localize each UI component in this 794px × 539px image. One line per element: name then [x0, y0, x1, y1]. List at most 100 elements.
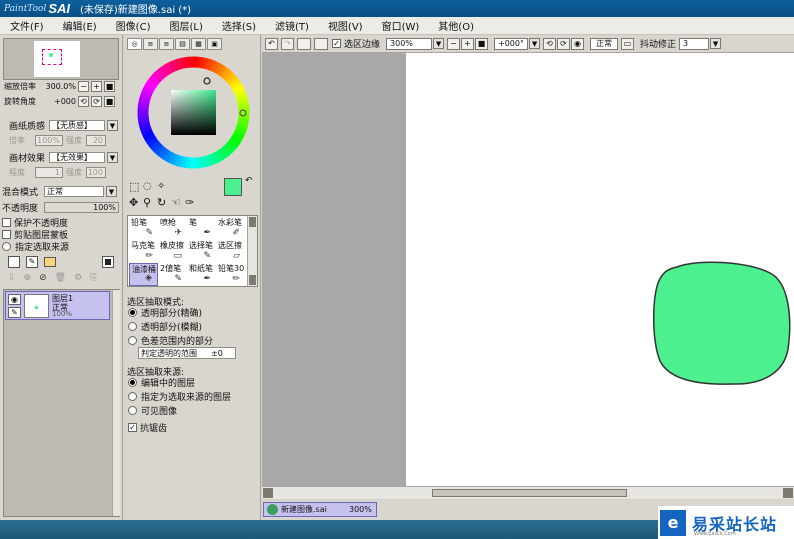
- new-vector-layer-icon[interactable]: ✎: [26, 256, 38, 268]
- layer-properties-icon[interactable]: ⚙: [74, 273, 82, 283]
- canvas-zoom-out-icon[interactable]: −: [447, 37, 461, 50]
- layer-item[interactable]: ◉ ✎ 图层1 正常 100%: [5, 291, 110, 320]
- canvas-paper[interactable]: [406, 53, 794, 486]
- rotate-right-button[interactable]: ⟳: [91, 96, 102, 107]
- select-all-icon[interactable]: [314, 37, 328, 50]
- fill-source-radio-2[interactable]: [128, 406, 137, 415]
- canvas-angle-dropdown-icon[interactable]: ▼: [529, 38, 541, 49]
- fill-source-radio-1[interactable]: [128, 392, 137, 401]
- fill-mode-option-2[interactable]: 色差范围内的部分: [128, 334, 213, 347]
- tool-grid-scroll-down-icon[interactable]: [249, 275, 256, 285]
- visibility-eye-icon[interactable]: ◉: [8, 294, 21, 305]
- menu-filter[interactable]: 滤镜(T): [265, 18, 318, 33]
- effect-dropdown-icon[interactable]: ▼: [107, 152, 118, 163]
- flip-icon[interactable]: ▭: [621, 37, 635, 50]
- tool-grid-scroll-up-icon[interactable]: [249, 217, 256, 227]
- canvas-hscrollbar[interactable]: [262, 486, 794, 499]
- tool-watercolor[interactable]: 水彩笔 ✐: [216, 217, 245, 240]
- menu-image[interactable]: 图像(C): [106, 18, 160, 33]
- menu-layer[interactable]: 图层(L): [159, 18, 211, 33]
- source-radio[interactable]: [2, 242, 11, 251]
- zoom-reset-button[interactable]: ■: [104, 81, 115, 92]
- tool-bucket[interactable]: 油漆桶 ◈: [129, 263, 158, 286]
- color-mix-tab-icon[interactable]: ▤: [175, 38, 190, 50]
- texture-select[interactable]: 【无质感】: [49, 120, 105, 131]
- swatches-tab-icon[interactable]: ▦: [191, 38, 206, 50]
- zoom-out-button[interactable]: −: [78, 81, 89, 92]
- blend-select[interactable]: 正常: [44, 186, 104, 197]
- tool-brush[interactable]: 笔 ✒: [187, 217, 216, 240]
- rotate-reset-icon[interactable]: ◉: [571, 37, 585, 50]
- menu-view[interactable]: 视图(V): [318, 18, 372, 33]
- tool-select-eraser[interactable]: 选区擦 ▱: [216, 240, 245, 263]
- sv-cursor[interactable]: [203, 77, 211, 85]
- canvas-area[interactable]: [262, 53, 794, 486]
- tool-select-pen[interactable]: 选择笔 ✎: [187, 240, 216, 263]
- zoom-icon[interactable]: ⚲: [143, 196, 157, 209]
- clear-layer-icon[interactable]: ⊘: [39, 273, 47, 283]
- tool-pencil[interactable]: 铅笔 ✎: [129, 217, 158, 240]
- undo-icon[interactable]: ↶: [265, 37, 278, 50]
- menu-select[interactable]: 选择(S): [212, 18, 265, 33]
- fill-mode-radio-2[interactable]: [128, 336, 137, 345]
- delete-layer-icon[interactable]: 🗑: [55, 273, 66, 283]
- move-icon[interactable]: ✥: [129, 196, 143, 209]
- stabilizer-select[interactable]: 3: [679, 37, 710, 50]
- hand-icon[interactable]: ☜: [171, 196, 185, 209]
- fill-source-option-1[interactable]: 指定为选取来源的图层: [128, 390, 231, 403]
- canvas-zoom-in-icon[interactable]: +: [461, 37, 475, 50]
- eyedropper-icon[interactable]: ✑: [185, 196, 199, 209]
- rgb-slider-tab-icon[interactable]: ≡: [143, 38, 158, 50]
- tool-washi-pen[interactable]: 和纸笔 ✒: [187, 263, 216, 286]
- canvas-hscroll-thumb[interactable]: [432, 489, 627, 497]
- stabilizer-dropdown-icon[interactable]: ▼: [710, 38, 722, 49]
- tool-marker[interactable]: 马克笔 ✏: [129, 240, 158, 263]
- protect-checkbox[interactable]: [2, 218, 11, 227]
- texture-dropdown-icon[interactable]: ▼: [107, 120, 118, 131]
- tool-eraser[interactable]: 橡皮擦 ▭: [158, 240, 187, 263]
- menu-file[interactable]: 文件(F): [0, 18, 53, 33]
- fill-mode-radio-1[interactable]: [128, 322, 137, 331]
- degree-value[interactable]: 1: [35, 167, 63, 178]
- hue-segment[interactable]: [193, 157, 198, 169]
- transfer-down-icon[interactable]: ⇩: [8, 273, 16, 283]
- view-mode-button[interactable]: 正常: [590, 37, 619, 50]
- zoom-in-button[interactable]: +: [91, 81, 102, 92]
- fill-mode-option-0[interactable]: 透明部分(精确): [128, 306, 202, 319]
- hue-segment[interactable]: [189, 56, 194, 68]
- magic-wand-icon[interactable]: ✧: [157, 181, 171, 192]
- menu-edit[interactable]: 编辑(E): [53, 18, 106, 33]
- scroll-right-icon[interactable]: [783, 488, 793, 498]
- rotate-ccw-icon[interactable]: ⟲: [543, 37, 557, 50]
- rotate-reset-button[interactable]: ■: [104, 96, 115, 107]
- new-layer-icon[interactable]: [8, 256, 20, 268]
- clip-checkbox[interactable]: [2, 230, 11, 239]
- fill-mode-radio-0[interactable]: [128, 308, 137, 317]
- selection-edge-checkbox[interactable]: ✓: [332, 39, 341, 48]
- canvas-zoom-reset-icon[interactable]: ■: [475, 37, 489, 50]
- new-folder-icon[interactable]: [44, 257, 56, 267]
- primary-color-swatch[interactable]: [224, 178, 242, 196]
- deselect-icon[interactable]: [297, 37, 311, 50]
- menu-other[interactable]: 其他(O): [428, 18, 483, 33]
- swap-colors-icon[interactable]: ↶: [245, 176, 253, 186]
- layer-copy-icon[interactable]: ⎘: [90, 273, 97, 283]
- rect-select-icon[interactable]: ⬚: [129, 180, 143, 193]
- scroll-left-icon[interactable]: [263, 488, 273, 498]
- blend-dropdown-icon[interactable]: ▼: [106, 186, 117, 197]
- canvas-zoom-field[interactable]: 300%: [386, 37, 433, 50]
- antialias-checkbox[interactable]: ✓: [128, 423, 137, 432]
- fill-source-radio-0[interactable]: [128, 378, 137, 387]
- fill-mode-option-1[interactable]: 透明部分(模糊): [128, 320, 202, 333]
- fill-source-option-2[interactable]: 可见图像: [128, 404, 177, 417]
- document-tab[interactable]: 新建图像.sai 300%: [263, 502, 377, 517]
- edit-pen-icon[interactable]: ✎: [8, 307, 21, 318]
- color-wheel[interactable]: [136, 55, 251, 170]
- redo-icon[interactable]: ↷: [281, 37, 294, 50]
- canvas-zoom-dropdown-icon[interactable]: ▼: [433, 38, 445, 49]
- strength-value[interactable]: 20: [86, 135, 106, 146]
- opacity-slider[interactable]: 100%: [44, 202, 119, 213]
- source-row[interactable]: 指定选取来源: [2, 240, 69, 253]
- merge-down-icon[interactable]: ⊕: [24, 273, 32, 283]
- strength2-value[interactable]: 100: [86, 167, 106, 178]
